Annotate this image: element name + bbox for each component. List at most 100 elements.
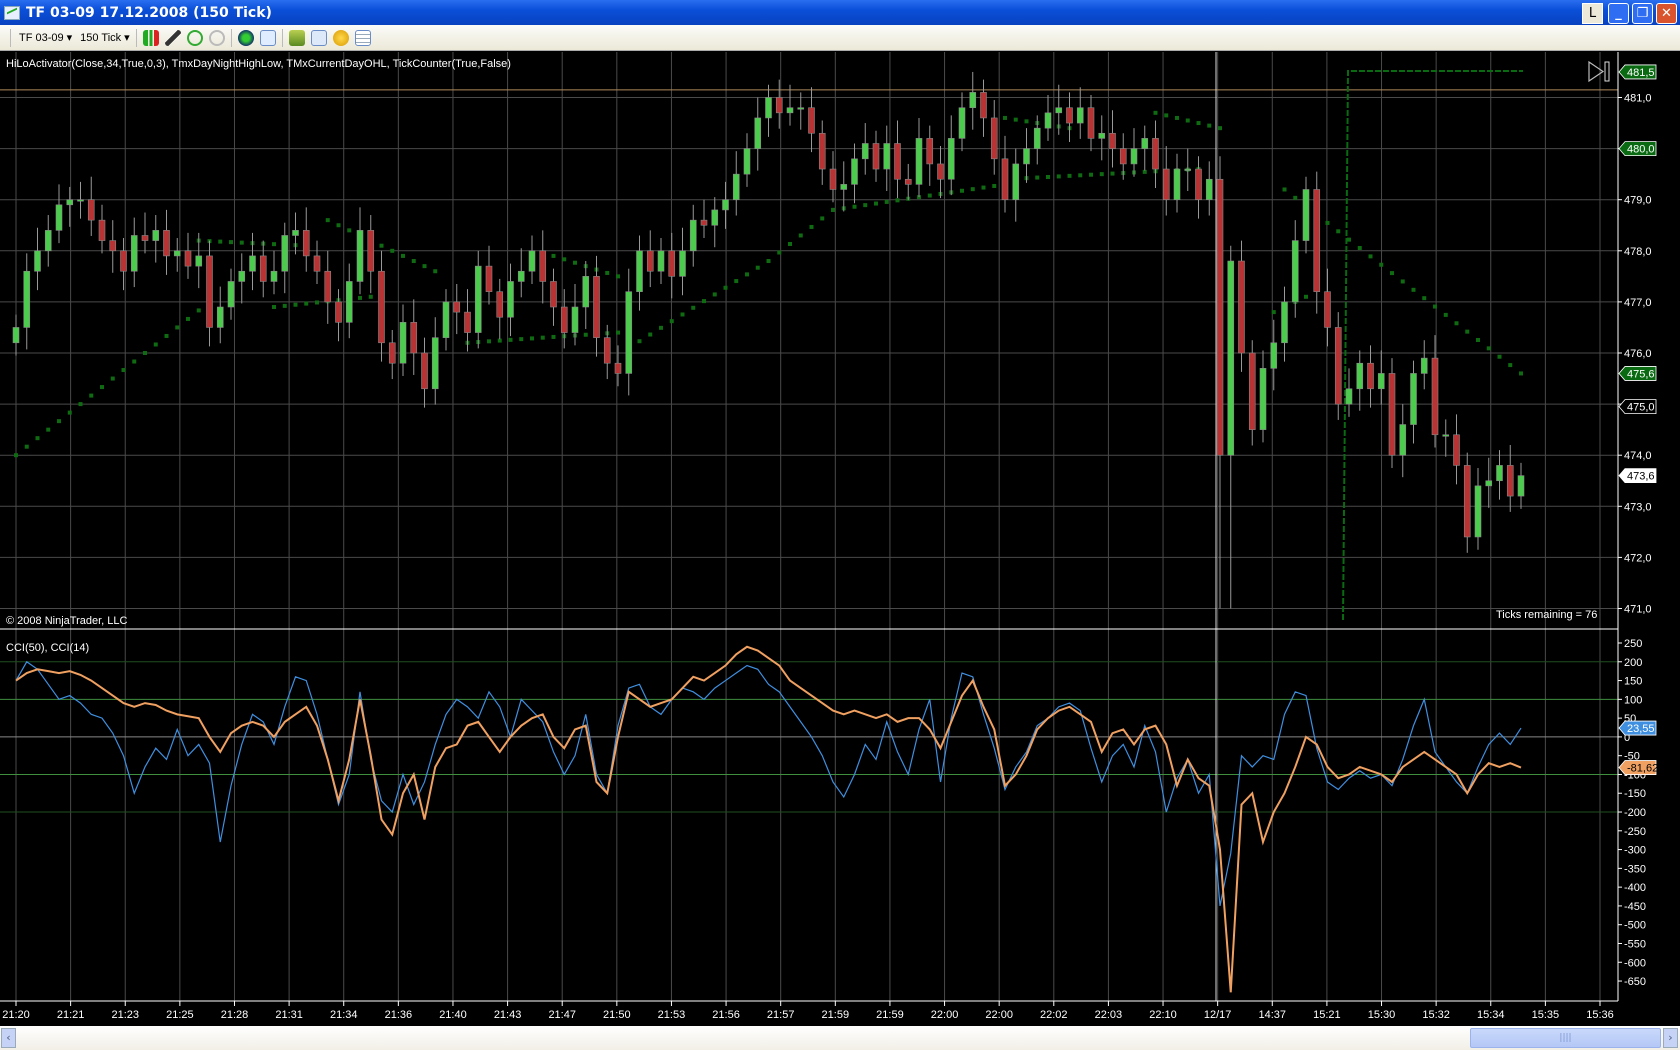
hilo-dot	[1390, 271, 1394, 276]
candle-up	[969, 92, 977, 109]
chart-canvas[interactable]: 481,0 480,0 479,0 478,0 477,0 476,0 475,0 474,0…	[0, 51, 1680, 1026]
cci-tick-label: -400	[1624, 882, 1646, 894]
hilo-dot	[1164, 113, 1169, 118]
hilo-dot	[562, 257, 567, 262]
hilo-dot	[1357, 246, 1362, 251]
hilo-dot	[1175, 115, 1179, 120]
candle-down	[1162, 168, 1170, 200]
indicators-icon[interactable]	[310, 29, 327, 46]
hilo-dot	[368, 294, 373, 299]
candle-down	[1453, 434, 1460, 466]
candle-up	[249, 255, 256, 272]
hilo-dot	[702, 299, 706, 304]
time-tick-label: 21:53	[658, 1009, 686, 1021]
hilo-dot	[282, 303, 287, 308]
toolbar: TF 03-09 ▾ 150 Tick ▾	[0, 25, 1680, 51]
hilo-dot	[895, 198, 900, 203]
hilo-dot	[831, 207, 835, 212]
candle-up	[1485, 480, 1493, 487]
candle-down	[1066, 107, 1073, 124]
price-tick-label: 474,0	[1624, 450, 1652, 462]
hilo-dot	[121, 368, 126, 373]
data-box-icon[interactable]	[259, 29, 276, 46]
candle-down	[302, 230, 310, 257]
hilo-dot	[519, 337, 524, 342]
hilo-dot	[1035, 175, 1040, 180]
hilo-dot	[616, 330, 620, 335]
hilo-dot	[766, 259, 771, 264]
strategy-icon[interactable]	[288, 29, 305, 46]
candle-up	[1517, 475, 1525, 497]
candle-down	[1313, 189, 1321, 292]
time-tick-label: 22:00	[985, 1009, 1013, 1021]
candle-down	[593, 276, 600, 338]
drawing-tool-pencil-icon[interactable]	[164, 29, 181, 46]
minimize-button[interactable]: _	[1608, 3, 1629, 24]
cci50-last-marker-label: -81,62	[1627, 763, 1658, 775]
instrument-label: TF 03-09	[19, 31, 64, 44]
candle-down	[410, 322, 418, 354]
time-tick-label: 22:00	[931, 1009, 959, 1021]
candle-down	[1506, 465, 1514, 497]
candle-down	[775, 97, 783, 114]
close-button[interactable]: ✕	[1656, 3, 1677, 24]
candle-down	[560, 306, 568, 333]
hilo-dot	[336, 223, 341, 228]
link-button[interactable]: L	[1582, 3, 1603, 24]
scroll-thumb[interactable]: ||||	[1470, 1028, 1661, 1048]
hilo-dot	[1325, 220, 1330, 225]
horizontal-scrollbar[interactable]: ‹ |||| ›	[0, 1026, 1680, 1050]
candle-down	[539, 250, 547, 282]
time-tick-label: 21:43	[494, 1009, 522, 1021]
candle-up	[152, 230, 160, 241]
candle-up	[66, 199, 74, 206]
hilo-dot	[777, 250, 782, 255]
zoom-in-icon[interactable]	[186, 29, 203, 46]
instrument-selector[interactable]: TF 03-09 ▾	[19, 31, 73, 45]
candle-up	[77, 199, 84, 202]
cci-tick-label: -150	[1624, 788, 1646, 800]
candle-down	[1367, 362, 1374, 390]
candle-down	[1195, 168, 1202, 200]
candle-down	[98, 219, 106, 241]
candle-up	[571, 306, 579, 333]
properties-icon[interactable]	[354, 29, 371, 46]
candle-down	[1216, 178, 1224, 456]
price-tick-label: 477,0	[1624, 297, 1652, 309]
hilo-dot	[358, 295, 362, 300]
time-tick-label: 15:30	[1368, 1009, 1396, 1021]
candle-up	[238, 270, 246, 282]
hilo-dot	[1400, 279, 1405, 284]
candle-down	[388, 342, 396, 364]
scroll-to-end-icon[interactable]	[1588, 60, 1610, 83]
hilo-dot	[809, 224, 814, 229]
scroll-right-button[interactable]: ›	[1663, 1028, 1678, 1048]
hilo-dot	[1411, 287, 1416, 292]
hilo-dot	[1304, 294, 1308, 299]
hilo-dot	[186, 316, 190, 321]
chevron-down-icon: ▾	[66, 32, 73, 44]
hilo-dot	[78, 402, 83, 407]
hilo-dot	[798, 233, 803, 238]
time-tick-label: 15:21	[1313, 1009, 1341, 1021]
hilo-dot	[1336, 229, 1341, 234]
hilo-dot	[1282, 187, 1287, 192]
hilo-dot	[304, 301, 309, 306]
scroll-left-button[interactable]: ‹	[1, 1028, 16, 1048]
hilo-dot	[390, 248, 395, 253]
restore-button[interactable]: ❐	[1632, 3, 1653, 24]
interval-selector[interactable]: 150 Tick ▾	[80, 31, 130, 45]
candle-up	[356, 230, 364, 282]
candle-up	[1420, 357, 1428, 374]
hilo-dot	[1099, 172, 1104, 177]
time-tick-label: 21:20	[2, 1009, 30, 1021]
hilo-dot	[648, 332, 653, 337]
candle-up	[431, 337, 439, 390]
globe-icon[interactable]	[237, 29, 254, 46]
order-dollar-icon[interactable]	[332, 29, 349, 46]
hilo-dot	[1056, 174, 1061, 179]
chart-style-candlestick-icon[interactable]	[142, 29, 159, 46]
hilo-dot	[239, 240, 244, 245]
time-tick-label: 21:34	[330, 1009, 358, 1021]
hilo-dot	[110, 376, 115, 381]
